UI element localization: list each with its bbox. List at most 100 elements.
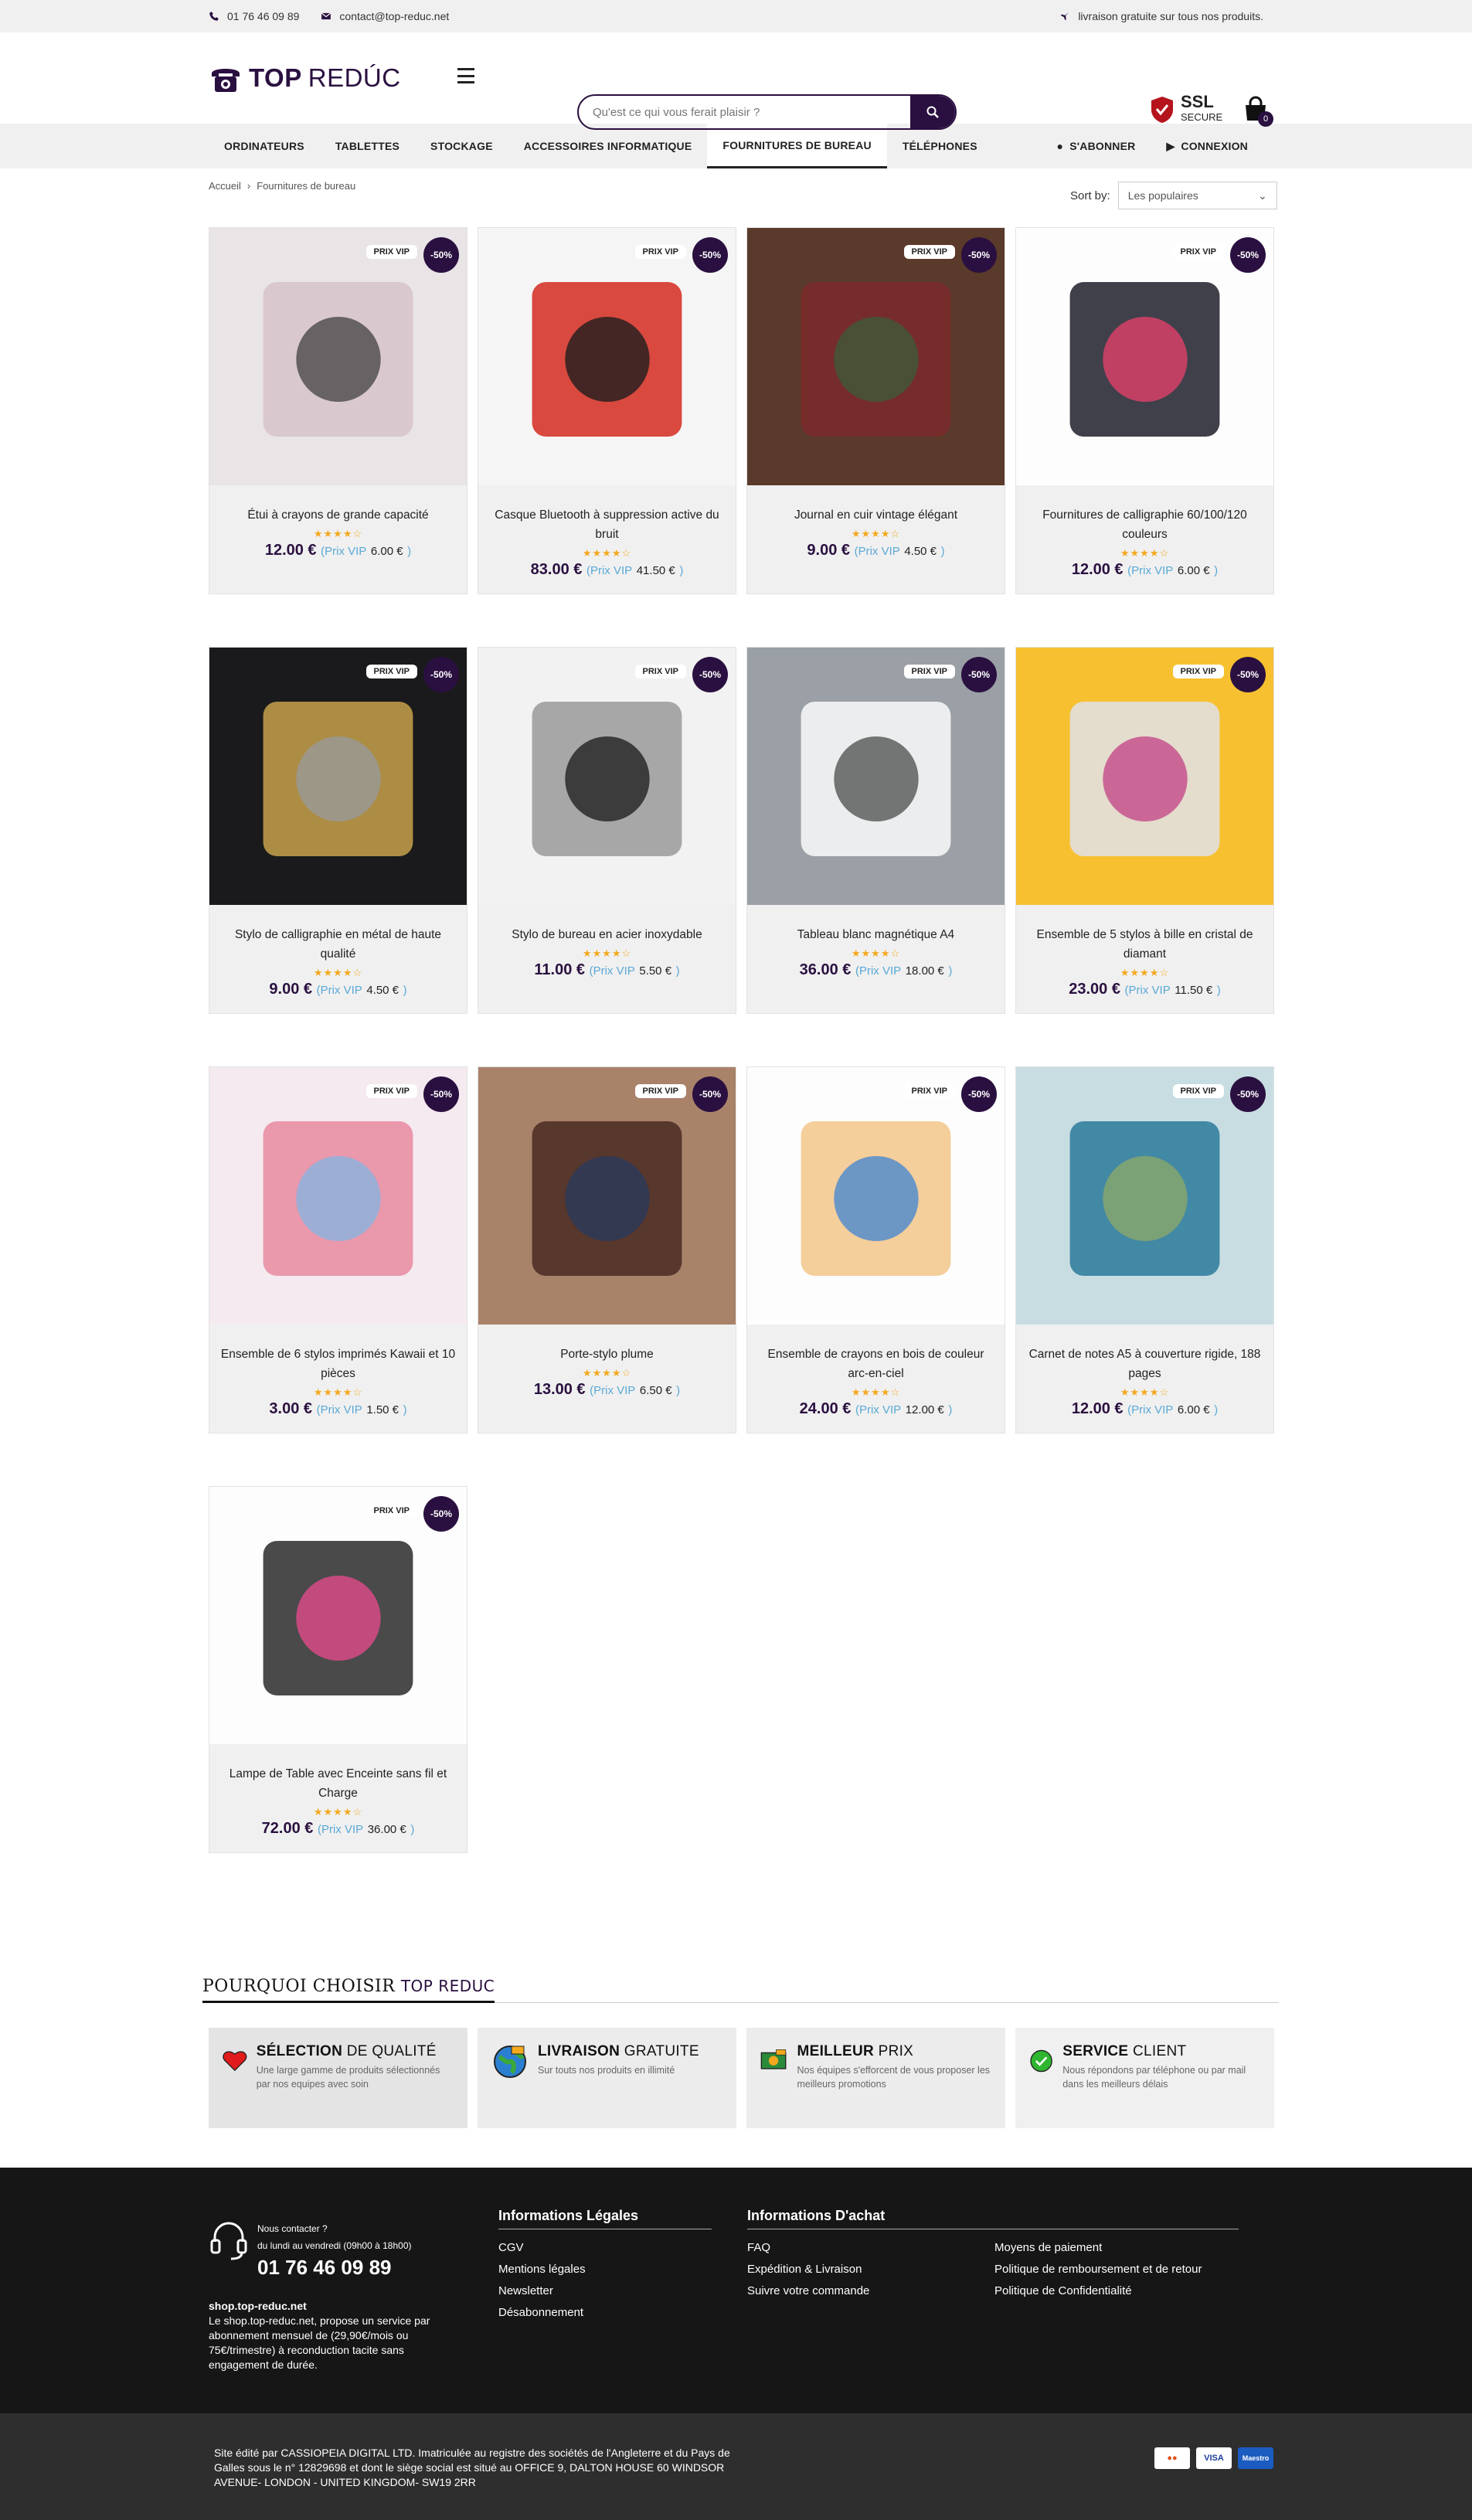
search-bar	[577, 94, 957, 130]
product-card[interactable]: PRIX VIP -50% Casque Bluetooth à suppres…	[478, 227, 736, 594]
nav-item-tablettes[interactable]: TABLETTES	[320, 124, 415, 168]
footer-link-refund[interactable]: Politique de remboursement et de retour	[994, 2259, 1202, 2280]
login-link[interactable]: ▶ CONNEXION	[1151, 124, 1263, 168]
product-name[interactable]: Ensemble de 5 stylos à bille en cristal …	[1025, 925, 1264, 964]
search-button[interactable]	[910, 96, 955, 128]
product-image[interactable]: PRIX VIP -50%	[478, 1067, 736, 1325]
sort-select[interactable]: Les populaires ⌄	[1117, 182, 1277, 209]
product-image[interactable]: PRIX VIP -50%	[747, 648, 1005, 905]
breadcrumb: Accueil › Fournitures de bureau	[209, 180, 355, 192]
rating-stars: ★★★★☆	[313, 528, 363, 539]
footer-link-newsletter[interactable]: Newsletter	[498, 2280, 712, 2302]
product-name[interactable]: Étui à crayons de grande capacité	[219, 505, 457, 525]
product-price: 36.00 € (Prix VIP 18.00 € )	[799, 961, 953, 978]
site-header: TOPREDÚC SSLSECURE 0	[0, 32, 1472, 130]
product-name[interactable]: Tableau blanc magnétique A4	[756, 925, 995, 944]
footer-link-payment[interactable]: Moyens de paiement	[994, 2237, 1202, 2259]
footer-link-faq[interactable]: FAQ	[747, 2237, 994, 2259]
product-name[interactable]: Stylo de bureau en acier inoxydable	[488, 925, 726, 944]
nav-item-stockage[interactable]: STOCKAGE	[415, 124, 508, 168]
nav-item-fournitures[interactable]: FOURNITURES DE BUREAU	[707, 124, 887, 168]
product-card[interactable]: PRIX VIP -50% Tableau blanc magnétique A…	[746, 647, 1005, 1014]
footer-link-mentions[interactable]: Mentions légales	[498, 2259, 712, 2280]
discount-badge: -50%	[692, 237, 728, 273]
feature-shipping: LIVRAISON GRATUITE Sur touts nos produits…	[478, 2028, 736, 2128]
product-card[interactable]: PRIX VIP -50% Étui à crayons de grande c…	[209, 227, 467, 594]
play-icon: ▶	[1166, 139, 1175, 152]
cart-button[interactable]: 0	[1243, 96, 1273, 127]
search-input[interactable]	[579, 96, 910, 128]
product-card[interactable]: PRIX VIP -50% Carnet de notes A5 à couve…	[1015, 1066, 1274, 1433]
product-image[interactable]: PRIX VIP -50%	[478, 648, 736, 905]
product-name[interactable]: Stylo de calligraphie en métal de haute …	[219, 925, 457, 964]
feature-service: SERVICE CLIENT Nous répondons par télépho…	[1015, 2028, 1274, 2128]
product-card[interactable]: PRIX VIP -50% Porte-stylo plume ★★★★☆ 13…	[478, 1066, 736, 1433]
product-name[interactable]: Porte-stylo plume	[488, 1345, 726, 1364]
footer-link-shipping[interactable]: Expédition & Livraison	[747, 2259, 994, 2280]
globe-delivery-icon	[494, 2046, 526, 2078]
product-card[interactable]: PRIX VIP -50% Journal en cuir vintage él…	[746, 227, 1005, 594]
product-image[interactable]: PRIX VIP -50%	[209, 1067, 467, 1325]
footer-phone[interactable]: 01 76 46 09 89	[257, 2254, 412, 2280]
product-name[interactable]: Fournitures de calligraphie 60/100/120 c…	[1025, 505, 1264, 544]
breadcrumb-home[interactable]: Accueil	[209, 180, 241, 192]
rating-stars: ★★★★☆	[1120, 547, 1170, 559]
footer-about: shop.top-reduc.net Le shop.top-reduc.net,…	[209, 2300, 430, 2371]
nav-item-telephones[interactable]: TÉLÉPHONES	[887, 124, 993, 168]
product-image[interactable]: PRIX VIP -50%	[1016, 228, 1273, 485]
product-image[interactable]: PRIX VIP -50%	[209, 648, 467, 905]
product-card[interactable]: PRIX VIP -50% Stylo de bureau en acier i…	[478, 647, 736, 1014]
product-card[interactable]: PRIX VIP -50% Ensemble de 5 stylos à bil…	[1015, 647, 1274, 1014]
cart-count-badge: 0	[1258, 111, 1273, 127]
topbar-email[interactable]: contact@top-reduc.net	[321, 10, 449, 22]
product-image[interactable]: PRIX VIP -50%	[747, 228, 1005, 485]
nav-item-accessoires[interactable]: ACCESSOIRES INFORMATIQUE	[508, 124, 708, 168]
product-name[interactable]: Carnet de notes A5 à couverture rigide, …	[1025, 1345, 1264, 1383]
footer-link-privacy[interactable]: Politique de Confidentialité	[994, 2280, 1202, 2302]
product-image[interactable]: PRIX VIP -50%	[747, 1067, 1005, 1325]
product-name[interactable]: Casque Bluetooth à suppression active du…	[488, 505, 726, 544]
mail-icon	[321, 12, 331, 20]
product-card[interactable]: PRIX VIP -50% Ensemble de crayons en boi…	[746, 1066, 1005, 1433]
product-price: 12.00 € (Prix VIP 6.00 € )	[1071, 561, 1219, 578]
product-image[interactable]: PRIX VIP -50%	[209, 228, 467, 485]
product-name[interactable]: Ensemble de 6 stylos imprimés Kawaii et …	[219, 1345, 457, 1383]
product-price: 83.00 € (Prix VIP 41.50 € )	[530, 561, 684, 578]
ssl-secure-badge: SSL SECURE	[1148, 94, 1222, 125]
search-icon	[926, 106, 939, 118]
subscribe-link[interactable]: ● S'ABONNER	[1042, 124, 1151, 168]
vip-badge: PRIX VIP	[903, 245, 955, 259]
headset-icon	[210, 2222, 247, 2260]
product-card[interactable]: PRIX VIP -50% Lampe de Table avec Encein…	[209, 1486, 467, 1853]
product-card[interactable]: PRIX VIP -50% Fournitures de calligraphi…	[1015, 227, 1274, 594]
vip-badge: PRIX VIP	[634, 1084, 686, 1098]
phone-icon	[209, 12, 219, 21]
product-name[interactable]: Journal en cuir vintage élégant	[756, 505, 995, 525]
mastercard-icon: ●●	[1154, 2447, 1190, 2469]
topbar-phone[interactable]: 01 76 46 09 89	[209, 10, 299, 22]
footer-link-tracking[interactable]: Suivre votre commande	[747, 2280, 994, 2302]
product-price: 3.00 € (Prix VIP 1.50 € )	[269, 1400, 407, 1417]
maestro-icon: Maestro	[1238, 2447, 1273, 2469]
site-logo[interactable]: TOP REDÚC	[209, 63, 401, 94]
nav-item-ordinateurs[interactable]: ORDINATEURS	[209, 124, 320, 168]
product-image[interactable]: PRIX VIP -50%	[1016, 648, 1273, 905]
footer-link-unsubscribe[interactable]: Désabonnement	[498, 2302, 712, 2324]
menu-hamburger-icon[interactable]	[457, 68, 474, 83]
vip-badge: PRIX VIP	[634, 665, 686, 678]
shield-icon	[1151, 97, 1173, 123]
feature-price: MEILLEUR PRIX Nos équipes s'efforcent de …	[746, 2028, 1005, 2128]
discount-badge: -50%	[423, 1076, 459, 1112]
footer-link-cgv[interactable]: CGV	[498, 2237, 712, 2259]
vip-badge: PRIX VIP	[365, 665, 417, 678]
product-card[interactable]: PRIX VIP -50% Ensemble de 6 stylos impri…	[209, 1066, 467, 1433]
rating-stars: ★★★★☆	[1120, 1386, 1170, 1398]
product-name[interactable]: Lampe de Table avec Enceinte sans fil et…	[219, 1764, 457, 1803]
vip-badge: PRIX VIP	[1172, 665, 1224, 678]
product-name[interactable]: Ensemble de crayons en bois de couleur a…	[756, 1345, 995, 1383]
product-image[interactable]: PRIX VIP -50%	[478, 228, 736, 485]
company-info: Site édité par CASSIOPEIA DIGITAL LTD. I…	[214, 2447, 730, 2488]
product-image[interactable]: PRIX VIP -50%	[1016, 1067, 1273, 1325]
product-card[interactable]: PRIX VIP -50% Stylo de calligraphie en m…	[209, 647, 467, 1014]
product-image[interactable]: PRIX VIP -50%	[209, 1487, 467, 1744]
